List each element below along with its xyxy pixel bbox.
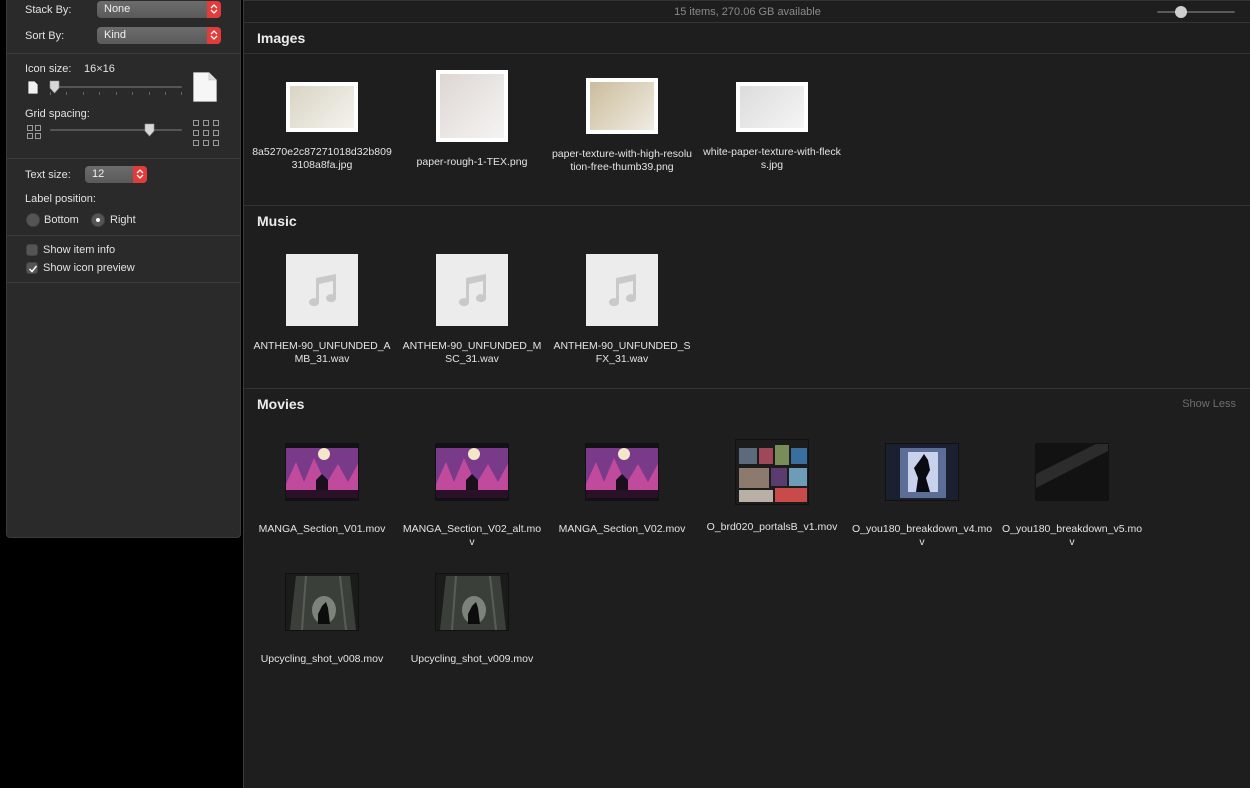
slider-knob[interactable] xyxy=(144,123,155,137)
image-thumbnail xyxy=(586,78,658,134)
file-name: O_you180_breakdown_v4.mov xyxy=(851,523,993,548)
file-item[interactable]: O_brd020_portalsB_v1.mov xyxy=(697,437,847,534)
file-item[interactable]: O_you180_breakdown_v5.mov xyxy=(997,437,1147,549)
text-size-label: Text size: xyxy=(25,169,71,181)
popup-stepper-icon xyxy=(207,27,221,44)
status-bar: 15 items, 270.06 GB available xyxy=(244,0,1250,23)
file-name: ANTHEM-90_UNFUNDED_MSC_31.wav xyxy=(402,340,542,365)
file-name: O_brd020_portalsB_v1.mov xyxy=(706,521,838,533)
popup-stepper-icon xyxy=(133,166,147,183)
music-note-icon xyxy=(586,254,658,326)
stack-by-popup[interactable]: None xyxy=(97,1,221,18)
file-item[interactable]: ANTHEM-90_UNFUNDED_MSC_31.wav xyxy=(397,254,547,366)
text-size-value: 12 xyxy=(92,168,105,180)
file-name: MANGA_Section_V02_alt.mov xyxy=(402,523,542,548)
file-item[interactable]: ANTHEM-90_UNFUNDED_AMB_31.wav xyxy=(247,254,397,366)
file-name: O_you180_breakdown_v5.mov xyxy=(1001,523,1143,548)
file-item[interactable]: paper-texture-with-high-resolution-free-… xyxy=(547,70,697,174)
checkmark-icon xyxy=(28,265,38,273)
label-position-bottom-label: Bottom xyxy=(44,214,79,226)
file-name: 8a5270e2c87271018d32b8093108a8fa.jpg xyxy=(252,146,392,171)
group-title-music: Music xyxy=(257,213,297,229)
icon-size-slider[interactable] xyxy=(49,80,182,96)
image-thumbnail xyxy=(436,70,508,142)
show-icon-preview-checkbox[interactable] xyxy=(26,262,38,274)
image-thumbnail xyxy=(736,82,808,132)
grid-spacing-slider[interactable] xyxy=(50,123,182,139)
file-name: ANTHEM-90_UNFUNDED_SFX_31.wav xyxy=(553,340,691,365)
group-separator xyxy=(244,53,1250,54)
file-item[interactable]: ANTHEM-90_UNFUNDED_SFX_31.wav xyxy=(547,254,697,366)
file-item[interactable]: MANGA_Section_V01.mov xyxy=(247,437,397,536)
group-separator xyxy=(244,205,1250,206)
movie-thumbnail xyxy=(1035,443,1109,501)
label-position-right-radio[interactable] xyxy=(91,213,105,227)
movie-thumbnail xyxy=(435,573,509,631)
movie-thumbnail xyxy=(885,443,959,501)
show-less-button[interactable]: Show Less xyxy=(1182,398,1236,410)
stack-by-value: None xyxy=(104,3,131,15)
file-name: paper-rough-1-TEX.png xyxy=(416,156,528,168)
image-thumbnail xyxy=(286,82,358,132)
separator xyxy=(7,158,240,159)
sort-by-label: Sort By: xyxy=(25,30,65,42)
icon-size-label: Icon size: xyxy=(25,63,72,75)
small-document-icon xyxy=(28,81,38,99)
file-name: white-paper-texture-with-flecks.jpg xyxy=(703,146,841,171)
label-position-right-label: Right xyxy=(110,214,136,226)
movie-thumbnail xyxy=(435,443,509,501)
file-name: Upcycling_shot_v009.mov xyxy=(410,653,534,665)
icon-zoom-knob[interactable] xyxy=(1175,6,1187,18)
movie-thumbnail xyxy=(285,443,359,501)
movie-thumbnail xyxy=(585,443,659,501)
file-item[interactable]: paper-rough-1-TEX.png xyxy=(397,70,547,169)
label-position-label: Label position: xyxy=(25,193,96,205)
file-item[interactable]: white-paper-texture-with-flecks.jpg xyxy=(697,70,847,172)
file-item[interactable]: MANGA_Section_V02.mov xyxy=(547,437,697,536)
movie-thumbnail xyxy=(735,439,809,505)
file-item[interactable]: MANGA_Section_V02_alt.mov xyxy=(397,437,547,549)
slider-knob[interactable] xyxy=(49,80,60,94)
file-name: Upcycling_shot_v008.mov xyxy=(260,653,384,665)
sort-by-value: Kind xyxy=(104,29,127,41)
finder-icon-view[interactable]: 15 items, 270.06 GB available Images 8a5… xyxy=(243,0,1250,788)
file-item[interactable]: O_you180_breakdown_v4.mov xyxy=(847,437,997,549)
file-name: ANTHEM-90_UNFUNDED_AMB_31.wav xyxy=(253,340,391,365)
file-name: MANGA_Section_V02.mov xyxy=(558,523,686,535)
status-text: 15 items, 270.06 GB available xyxy=(674,6,821,18)
view-options-panel: Stack By: None Sort By: Kind Icon size: … xyxy=(6,0,241,538)
separator xyxy=(7,282,240,283)
tight-grid-icon xyxy=(27,125,41,144)
group-separator xyxy=(244,388,1250,389)
large-document-icon xyxy=(193,72,217,107)
music-note-icon xyxy=(286,254,358,326)
file-name: paper-texture-with-high-resolution-free-… xyxy=(551,148,693,173)
stack-by-label: Stack By: xyxy=(25,4,72,16)
group-title-movies: Movies xyxy=(257,396,305,412)
music-note-icon xyxy=(436,254,508,326)
text-size-popup[interactable]: 12 xyxy=(85,166,147,183)
icon-size-value: 16×16 xyxy=(84,63,115,75)
file-item[interactable]: Upcycling_shot_v009.mov xyxy=(397,567,547,666)
icon-zoom-slider[interactable] xyxy=(1157,11,1235,13)
show-icon-preview-label: Show icon preview xyxy=(43,262,135,274)
group-title-images: Images xyxy=(257,30,306,46)
sort-by-popup[interactable]: Kind xyxy=(97,27,221,44)
separator xyxy=(7,53,240,54)
file-name: MANGA_Section_V01.mov xyxy=(258,523,386,535)
file-item[interactable]: Upcycling_shot_v008.mov xyxy=(247,567,397,666)
wide-grid-icon xyxy=(193,120,220,152)
show-item-info-label: Show item info xyxy=(43,244,116,256)
file-item[interactable]: 8a5270e2c87271018d32b8093108a8fa.jpg xyxy=(247,70,397,172)
separator xyxy=(7,235,240,236)
label-position-bottom-radio[interactable] xyxy=(26,213,40,227)
movie-thumbnail xyxy=(285,573,359,631)
show-item-info-checkbox[interactable] xyxy=(26,244,38,256)
grid-spacing-label: Grid spacing: xyxy=(25,108,90,120)
popup-stepper-icon xyxy=(207,1,221,18)
